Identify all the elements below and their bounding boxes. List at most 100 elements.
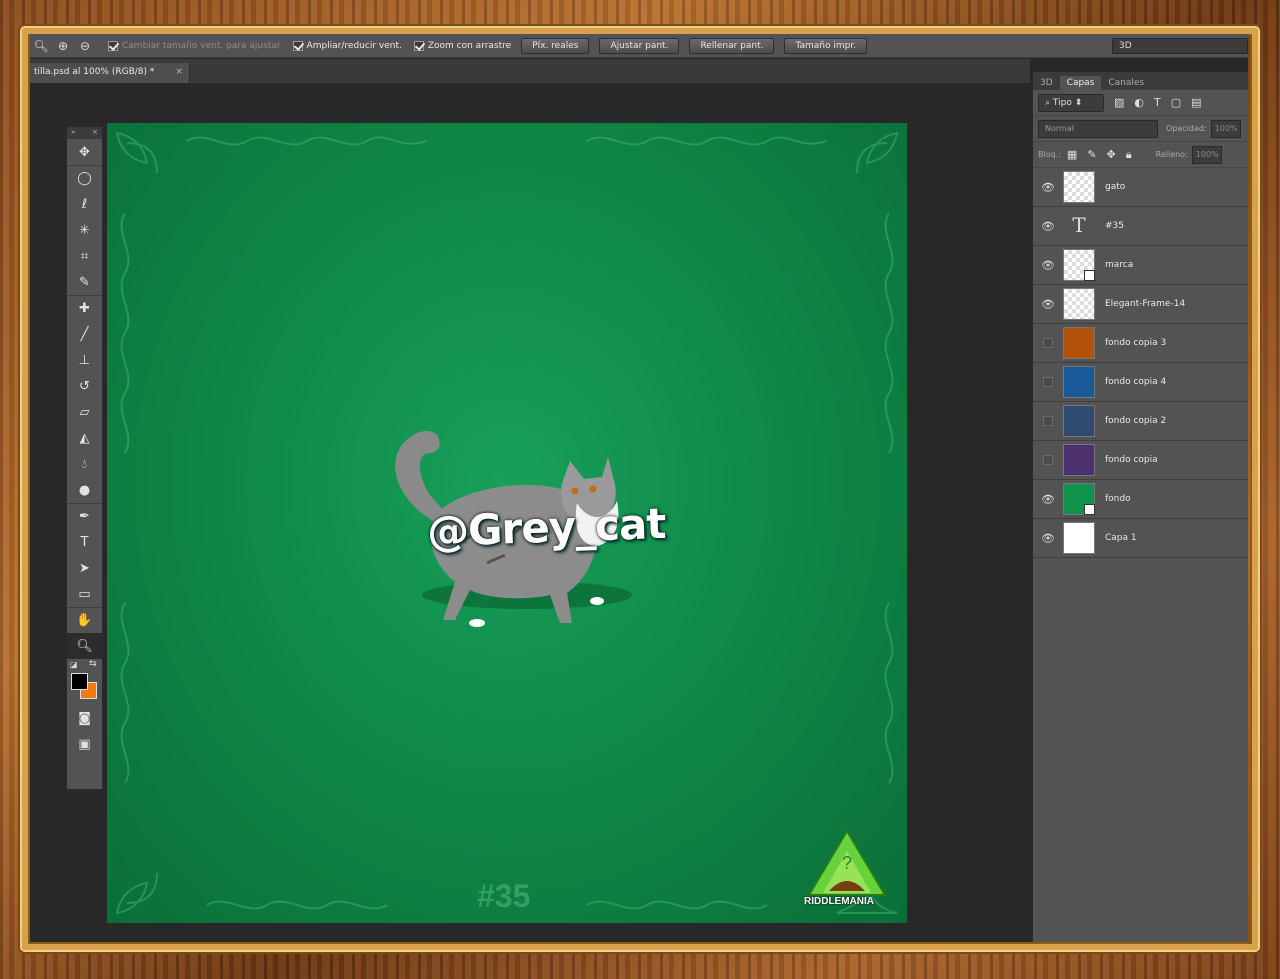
svg-text:?: ? [842, 853, 852, 873]
clone-stamp-tool-icon[interactable]: ⊥ [67, 347, 102, 373]
eyedropper-tool-icon[interactable]: ✎ [67, 269, 102, 295]
tab-channels[interactable]: Canales [1101, 76, 1151, 90]
foreground-color-swatch[interactable] [71, 673, 88, 690]
filter-shape-icon[interactable]: ▢ [1171, 96, 1181, 109]
layer-row[interactable]: fondo copia 4 [1033, 363, 1248, 402]
tab-3d[interactable]: 3D [1033, 76, 1060, 90]
layer-name: gato [1105, 182, 1126, 192]
visibility-toggle[interactable] [1033, 377, 1063, 387]
zoom-tool-preset-icon[interactable]: 🔍︎ [30, 37, 52, 55]
puzzle-number: #35 [477, 878, 531, 914]
eye-icon[interactable]: 👁︎ [1033, 220, 1063, 233]
paint-bucket-tool-icon[interactable]: ◭ [67, 425, 102, 451]
toolbox-header[interactable]: » × [67, 127, 102, 139]
layer-name: fondo copia 3 [1105, 338, 1167, 348]
crop-tool-icon[interactable]: ⌗ [67, 243, 102, 269]
print-size-button[interactable]: Tamaño impr. [784, 37, 868, 54]
layer-thumbnail [1063, 444, 1095, 476]
toolbox: » × ✥ ◯ ℓ ✳ ⌗ ✎ ✚ ╱ ⊥ ↺ ▱ ◭ 💧︎ ● ✒ T ➤ ▭ … [66, 126, 103, 790]
type-layer-icon: T [1072, 213, 1086, 237]
default-colors-icon[interactable]: ◪ [70, 660, 78, 669]
layer-row[interactable]: 👁︎ fondo [1033, 480, 1248, 519]
lock-image-icon[interactable]: ✎ [1087, 148, 1096, 161]
type-tool-icon[interactable]: T [67, 529, 102, 555]
eye-icon[interactable]: 👁︎ [1033, 181, 1063, 194]
quick-mask-icon[interactable]: ◙ [67, 705, 102, 731]
layer-name: marca [1105, 260, 1134, 270]
zoom-all-windows-checkbox[interactable]: Ampliar/reducir vent. [292, 40, 402, 51]
eye-icon[interactable]: 👁︎ [1033, 532, 1063, 545]
lock-all-icon[interactable]: 🔒︎ [1126, 148, 1132, 162]
blend-mode-select[interactable]: Normal [1038, 119, 1158, 138]
layer-filter-select[interactable]: ⌕ Tipo ⬍ [1038, 93, 1104, 112]
healing-brush-tool-icon[interactable]: ✚ [67, 295, 102, 321]
fill-field[interactable]: 100% [1191, 145, 1222, 164]
magic-wand-tool-icon[interactable]: ✳ [67, 217, 102, 243]
color-swatches: ◪ ⇆ [67, 659, 102, 705]
screen-mode-icon[interactable]: ▣ [67, 731, 102, 757]
rectangle-tool-icon[interactable]: ▭ [67, 581, 102, 607]
watermark-handle: @Grey_cat [426, 498, 667, 557]
filter-adjustment-icon[interactable]: ◐ [1134, 96, 1144, 109]
layer-list: 👁︎ gato 👁︎ T #35 👁︎ marca 👁︎ Elegant-Frame-14 fon… [1033, 168, 1248, 558]
zoom-tool-icon[interactable]: 🔍︎ [67, 633, 102, 659]
visibility-box [1043, 455, 1053, 465]
filter-smart-icon[interactable]: ▤ [1191, 96, 1201, 109]
document-canvas[interactable]: ? @Grey_cat #35 RIDDLEMANIA [107, 123, 907, 923]
fit-screen-button[interactable]: Ajustar pant. [599, 37, 680, 54]
eye-icon[interactable]: 👁︎ [1033, 259, 1063, 272]
layer-row[interactable]: fondo copia [1033, 441, 1248, 480]
blur-tool-icon[interactable]: 💧︎ [67, 451, 102, 477]
checkbox-box [108, 40, 118, 51]
layer-row[interactable]: fondo copia 3 [1033, 324, 1248, 363]
riddlemania-logo: ? [807, 829, 887, 896]
layer-name: fondo copia 2 [1105, 416, 1167, 426]
filter-label: Tipo [1052, 97, 1072, 108]
lock-position-icon[interactable]: ✥ [1107, 148, 1116, 161]
actual-pixels-button[interactable]: Píx. reales [521, 37, 590, 54]
layer-name: fondo [1105, 494, 1131, 504]
zoom-in-icon[interactable]: ⊕ [52, 37, 74, 55]
close-icon[interactable]: × [92, 128, 98, 138]
layer-row[interactable]: 👁︎ Elegant-Frame-14 [1033, 285, 1248, 324]
visibility-box [1043, 377, 1053, 387]
workspace-select[interactable]: 3D [1112, 38, 1248, 54]
layer-row[interactable]: 👁︎ gato [1033, 168, 1248, 207]
filter-row: ⌕ Tipo ⬍ ▨ ◐ T ▢ ▤ [1033, 90, 1248, 116]
marquee-tool-icon[interactable]: ◯ [67, 165, 102, 191]
history-brush-tool-icon[interactable]: ↺ [67, 373, 102, 399]
brush-tool-icon[interactable]: ╱ [67, 321, 102, 347]
dodge-tool-icon[interactable]: ● [67, 477, 102, 503]
eye-icon[interactable]: 👁︎ [1033, 493, 1063, 506]
move-tool-icon[interactable]: ✥ [67, 139, 102, 165]
close-tab-icon[interactable]: × [175, 67, 183, 77]
eye-icon[interactable]: 👁︎ [1033, 298, 1063, 311]
filter-pixel-icon[interactable]: ▨ [1114, 96, 1124, 109]
lock-transparent-icon[interactable]: ▦ [1067, 148, 1077, 161]
opacity-field[interactable]: 100% [1210, 119, 1241, 138]
layer-row[interactable]: 👁︎ Capa 1 [1033, 519, 1248, 558]
pen-tool-icon[interactable]: ✒ [67, 503, 102, 529]
collapse-icon[interactable]: » [71, 128, 75, 138]
zoom-out-icon[interactable]: ⊖ [74, 37, 96, 55]
options-bar: 🔍︎ ⊕ ⊖ Cambiar tamaño vent. para ajustar… [30, 34, 1248, 58]
document-tab[interactable]: tilla.psd al 100% (RGB/8) * × [30, 63, 190, 83]
visibility-toggle[interactable] [1033, 338, 1063, 348]
tab-layers[interactable]: Capas [1059, 76, 1102, 90]
hand-tool-icon[interactable]: ✋ [67, 607, 102, 633]
path-selection-tool-icon[interactable]: ➤ [67, 555, 102, 581]
visibility-toggle[interactable] [1033, 455, 1063, 465]
fill-screen-button[interactable]: Rellenar pant. [689, 37, 775, 54]
resize-windows-checkbox[interactable]: Cambiar tamaño vent. para ajustar [108, 40, 281, 51]
layer-row[interactable]: fondo copia 2 [1033, 402, 1248, 441]
visibility-toggle[interactable] [1033, 416, 1063, 426]
scrubby-zoom-checkbox[interactable]: Zoom con arrastre [413, 40, 511, 51]
eraser-tool-icon[interactable]: ▱ [67, 399, 102, 425]
layer-row[interactable]: 👁︎ marca [1033, 246, 1248, 285]
layer-row[interactable]: 👁︎ T #35 [1033, 207, 1248, 246]
filter-type-icon[interactable]: T [1154, 96, 1161, 109]
layer-name: fondo copia [1105, 455, 1158, 465]
smart-object-icon [1084, 504, 1095, 515]
swap-colors-icon[interactable]: ⇆ [89, 659, 97, 669]
lasso-tool-icon[interactable]: ℓ [67, 191, 102, 217]
